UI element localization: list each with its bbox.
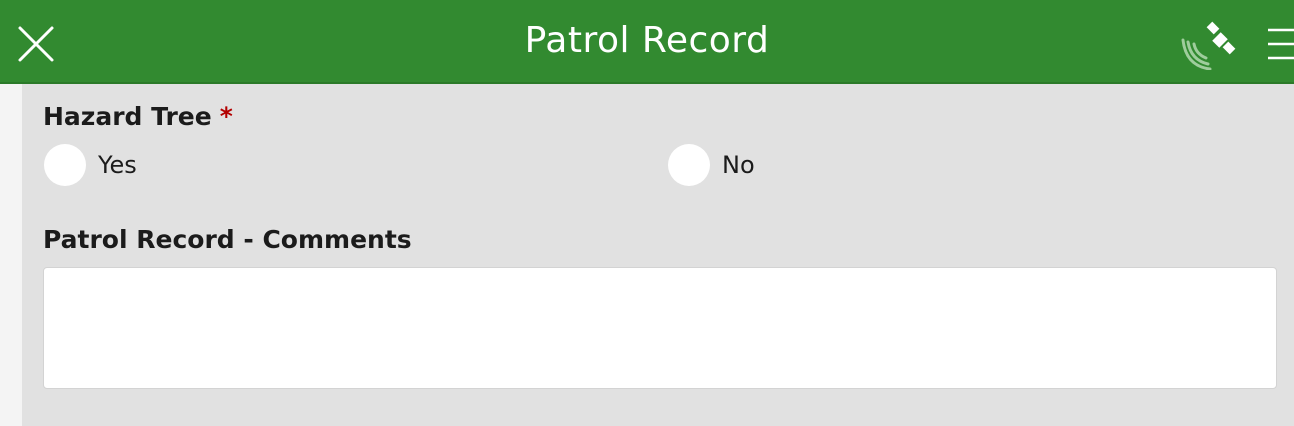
comments-textarea[interactable] <box>43 267 1277 389</box>
side-panel-edge <box>0 84 22 426</box>
hazard-tree-label-text: Hazard Tree <box>43 102 212 131</box>
menu-button[interactable] <box>1262 26 1294 62</box>
satellite-gps-icon <box>1181 21 1236 71</box>
patrol-form: Hazard Tree * Yes No Patrol Record - Comm… <box>22 84 1294 426</box>
gps-status-button[interactable] <box>1180 18 1236 71</box>
hazard-tree-yes-radio[interactable] <box>44 144 86 186</box>
hazard-tree-label: Hazard Tree * <box>43 101 233 133</box>
required-marker: * <box>219 102 233 131</box>
menu-icon <box>1268 28 1294 60</box>
page-title: Patrol Record <box>524 20 770 61</box>
hazard-tree-yes-label[interactable]: Yes <box>98 150 137 180</box>
hazard-tree-no-label[interactable]: No <box>722 150 755 180</box>
hazard-tree-no-radio[interactable] <box>668 144 710 186</box>
app-window: Patrol Record Hazard Tree * Yes No Patro… <box>0 0 1294 426</box>
top-bar: Patrol Record <box>0 0 1294 84</box>
comments-label: Patrol Record - Comments <box>43 225 412 254</box>
